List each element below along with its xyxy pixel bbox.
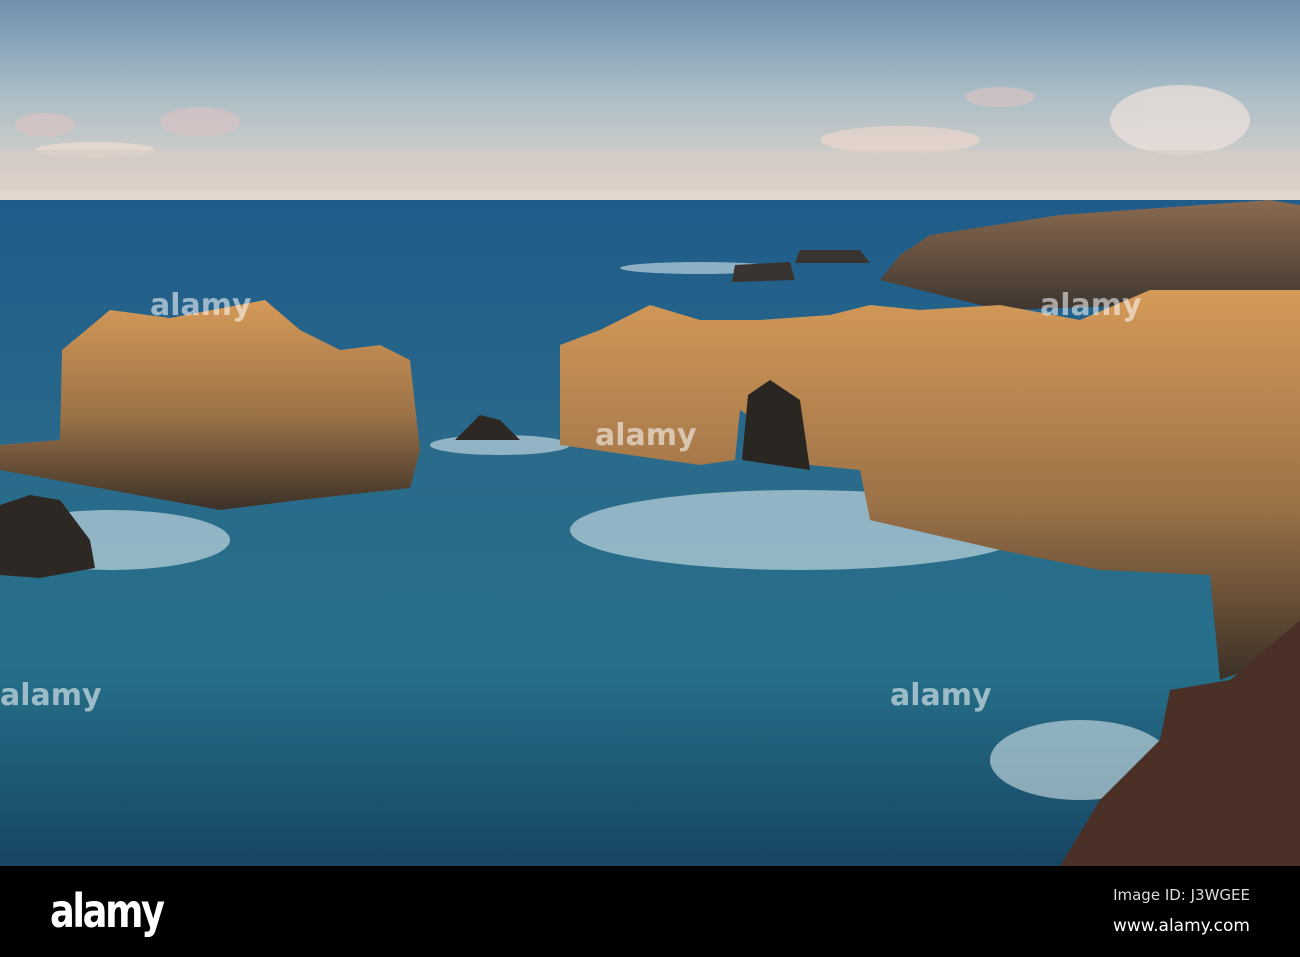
watermark-text: alamy: [595, 418, 697, 453]
watermark-bar: alamy Image ID: J3WGEE www.alamy.com: [0, 866, 1300, 957]
coastal-cliffs-photo: alamy alamy alamy alamy alamy: [0, 0, 1300, 866]
distant-rock: [795, 250, 870, 263]
site-url: www.alamy.com: [1112, 916, 1250, 936]
watermark-text: alamy: [0, 678, 102, 713]
watermark-text: alamy: [890, 678, 992, 713]
watermark-text: alamy: [150, 288, 252, 323]
distant-rock: [732, 262, 795, 282]
alamy-logo: alamy: [50, 884, 165, 938]
photo-frame: alamy alamy alamy alamy alamy alamy Imag…: [0, 0, 1300, 957]
image-id-label: Image ID: J3WGEE: [1113, 886, 1250, 904]
watermark-text: alamy: [1040, 288, 1142, 323]
